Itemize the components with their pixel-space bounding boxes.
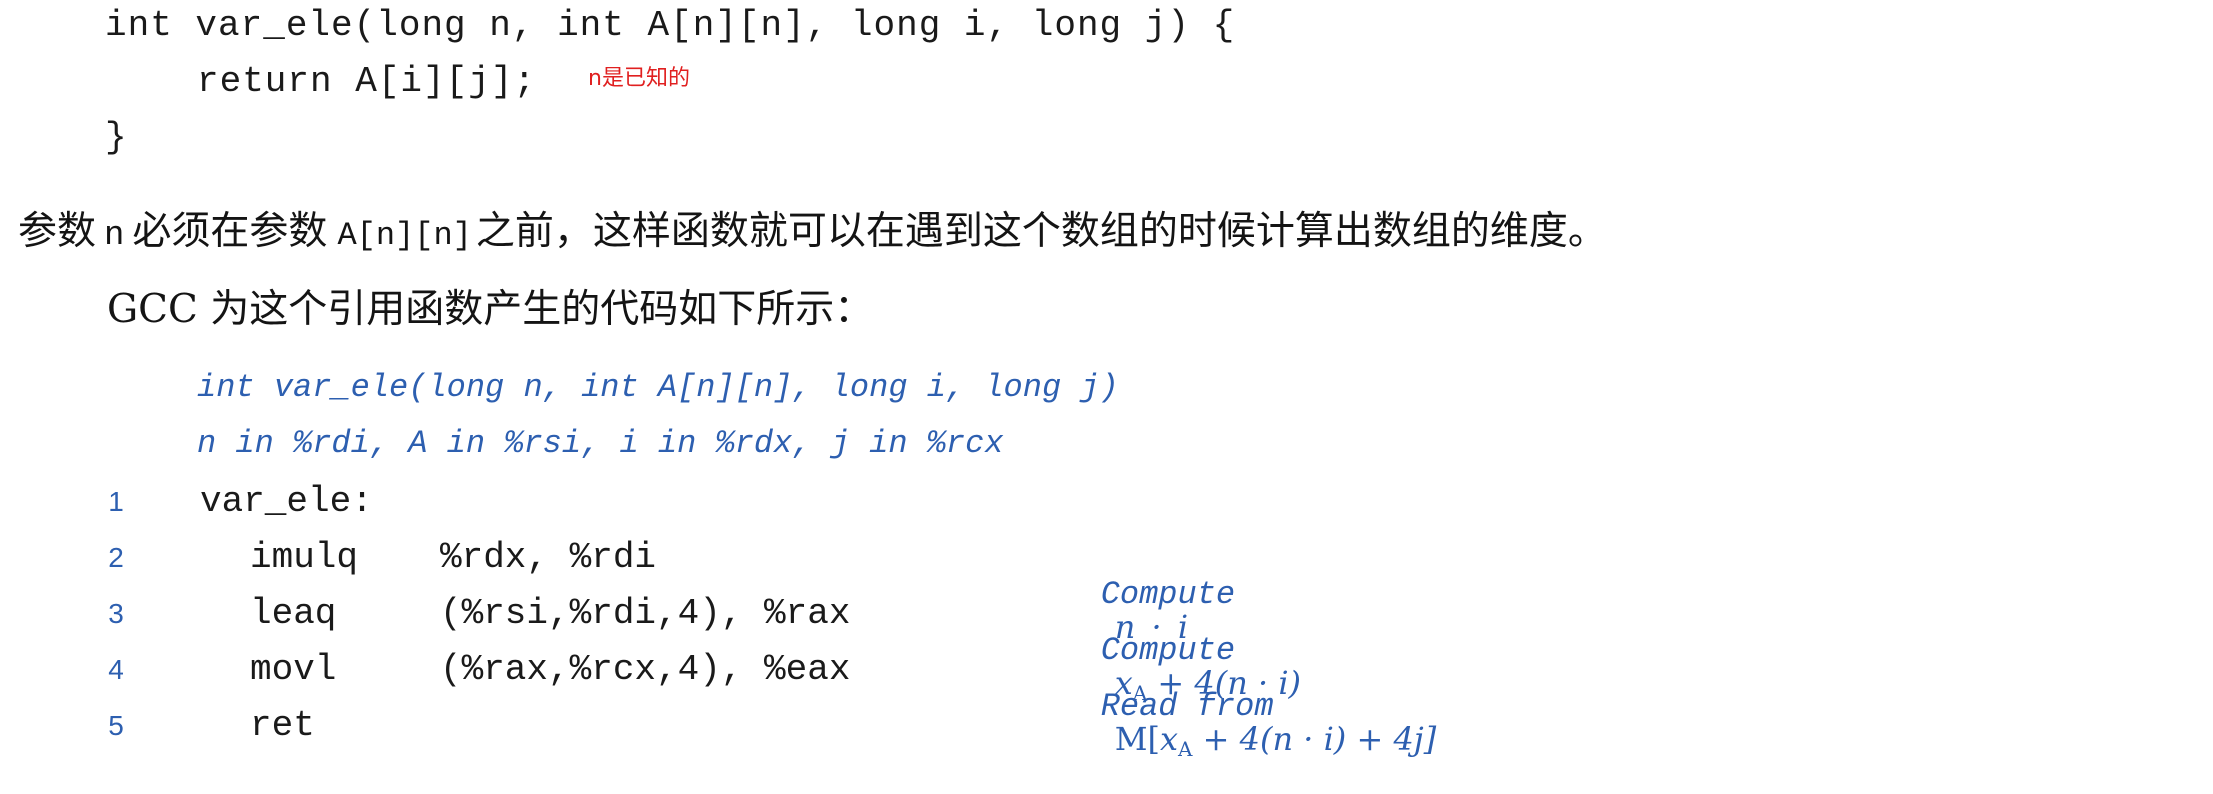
asm-operands-4: (%rax,%rcx,4), %eax: [440, 649, 851, 690]
comment-4-sub: A: [1177, 737, 1193, 761]
asm-operands-3: (%rsi,%rdi,4), %rax: [440, 593, 851, 634]
comment-4-x: x: [1159, 720, 1178, 758]
asm-instr-4: movl: [250, 649, 337, 690]
line-number-4: 4: [108, 654, 124, 685]
comment-4-rest: + 4(n · i) + 4j]: [1192, 720, 1437, 758]
asm-instr-3: leaq: [250, 593, 337, 634]
c-code-line-1: int var_ele(long n, int A[n][n], long i,…: [105, 5, 1236, 46]
asm-header-signature: int var_ele(long n, int A[n][n], long i,…: [197, 369, 1119, 406]
line-number-1: 1: [108, 486, 124, 517]
paragraph-1: 参数 n 必须在参数 A[n][n] 之前，这样函数就可以在遇到这个数组的时候计算出数组…: [18, 212, 1607, 253]
line-number-2: 2: [108, 542, 124, 573]
p1-prefix: 参数: [18, 209, 97, 254]
asm-label: var_ele:: [200, 481, 373, 522]
document-page: int var_ele(long n, int A[n][n], long i,…: [0, 0, 2213, 760]
asm-instr-2: imulq: [250, 537, 359, 578]
handwritten-annotation: n是已知的: [588, 66, 690, 91]
c-code-line-2: return A[i][j];: [197, 61, 537, 102]
p1-array: A[n][n]: [337, 217, 472, 254]
line-number-5: 5: [108, 710, 124, 741]
p1-suffix: 之前，这样函数就可以在遇到这个数组的时候计算出数组的维度。: [475, 209, 1607, 254]
p1-mid: 必须在参数: [132, 209, 328, 254]
paragraph-2: GCC 为这个引用函数产生的代码如下所示：: [107, 287, 874, 332]
line-number-3: 3: [108, 598, 124, 629]
c-code-line-3: }: [105, 117, 128, 158]
comment-4-M: M[: [1114, 720, 1160, 758]
asm-header-registers: n in %rdi, A in %rsi, i in %rdx, j in %r…: [197, 425, 1004, 462]
asm-operands-2: %rdx, %rdi: [440, 537, 657, 578]
asm-instr-5: ret: [250, 705, 315, 746]
p1-var-n: n: [104, 217, 125, 255]
asm-comment-4: Read from M[xA + 4(n · i) + 4j]: [1060, 656, 1437, 791]
